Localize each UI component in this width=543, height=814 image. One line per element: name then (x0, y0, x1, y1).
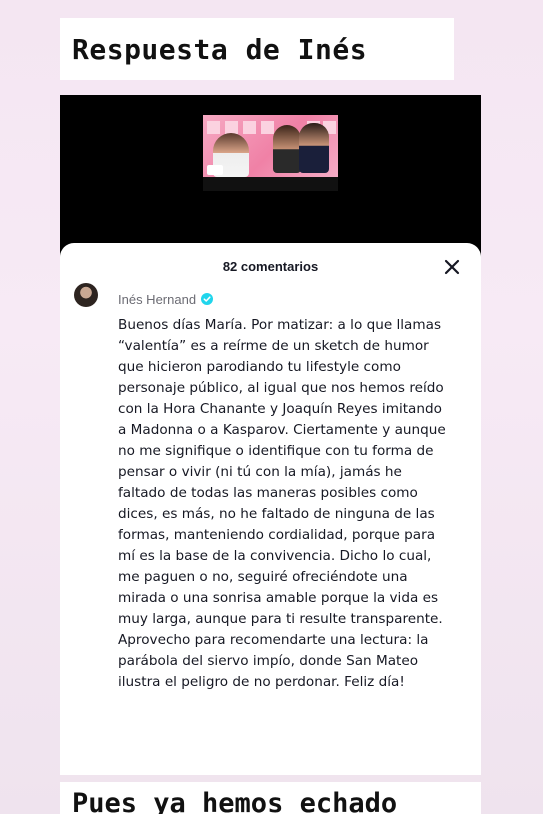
comment-author-row: Inés Hernand (118, 289, 478, 309)
story-title-caption: Respuesta de Inés (60, 18, 454, 80)
comments-header: 82 comentarios (60, 243, 481, 291)
comments-count: 82 comentarios (222, 259, 319, 274)
thumbnail-person-middle (273, 125, 301, 173)
comment-text: Buenos días María. Por matizar: a lo que… (118, 317, 446, 690)
close-icon[interactable] (441, 256, 463, 278)
tiktok-screenshot: 82 comentarios Inés Hernand Buenos días … (60, 95, 481, 775)
comment-username[interactable]: Inés Hernand (118, 292, 196, 307)
verified-badge-icon (201, 293, 214, 305)
comments-panel: 82 comentarios Inés Hernand Buenos días … (60, 243, 481, 775)
thumbnail-person-right (299, 123, 329, 173)
story-bottom-caption: Pues ya hemos echado (60, 782, 481, 814)
background-tile (207, 121, 220, 134)
comment-item: Inés Hernand Buenos días María. Por mati… (74, 283, 478, 693)
thumbnail-caption-bar (203, 177, 338, 191)
channel-logo (207, 165, 223, 175)
video-thumbnail[interactable] (203, 115, 338, 191)
avatar[interactable] (74, 283, 98, 307)
background-tile (243, 121, 256, 134)
background-tile (261, 121, 274, 134)
